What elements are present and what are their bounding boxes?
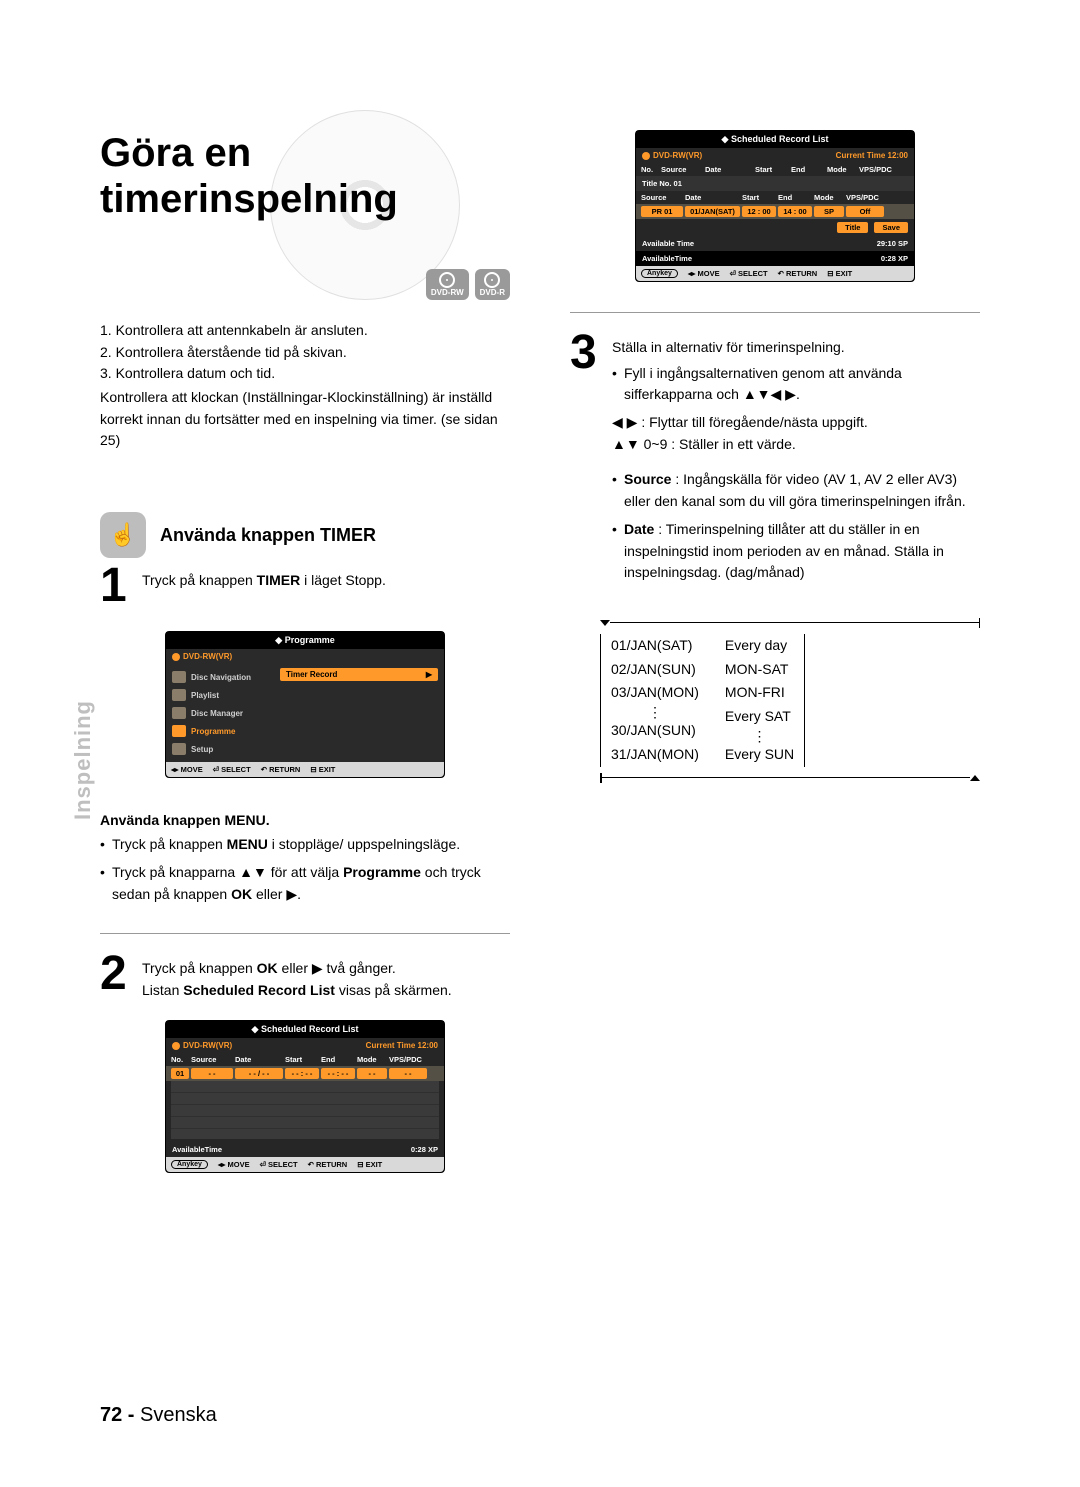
date-cycle-left-column: 01/JAN(SAT) 02/JAN(SUN) 03/JAN(MON) ⋮ 30…	[600, 634, 699, 767]
arrow-down-icon	[600, 620, 610, 626]
menu-item-setup: Setup	[172, 740, 274, 758]
separator	[100, 933, 510, 934]
step3-arrow-line1: ◀ ▶ : Flyttar till föregående/nästa uppg…	[612, 412, 980, 434]
available-time-row-1: Available Time29:10 SP	[636, 236, 914, 251]
menu-bullet-1: Tryck på knappen MENU i stoppläge/ uppsp…	[100, 834, 510, 856]
badge-dvd-r: DVD-R	[475, 269, 510, 300]
table-header: No.SourceDateStartEndModeVPS/PDC	[636, 163, 914, 176]
arrow-up-icon	[970, 775, 980, 781]
intro-list: 1. Kontrollera att antennkabeln är anslu…	[100, 320, 510, 385]
section-heading: Använda knappen TIMER	[160, 525, 376, 546]
osd-footer-bar: ◂▸ MOVE ⏎ SELECT ↶ RETURN ⊟ EXIT	[166, 762, 444, 777]
step-2: 2 Tryck på knappen OK eller ▶ två gånger…	[100, 952, 510, 1001]
osd-scheduled-record-empty: Scheduled Record List DVD-RW(VR) Current…	[165, 1020, 445, 1173]
table-row-selected: PR 01 01/JAN(SAT) 12 : 00 14 : 00 SP Off	[636, 204, 914, 219]
right-column: Scheduled Record List DVD-RW(VR) Current…	[570, 130, 980, 1173]
osd-disc-label: DVD-RW(VR)	[642, 151, 702, 160]
osd-action-buttons: Title Save	[636, 219, 914, 236]
menu-bullet-2: Tryck på knapparna ▲▼ för att välja Prog…	[100, 862, 510, 905]
table-header: No.SourceDateStartEndModeVPS/PDC	[166, 1053, 444, 1066]
osd-srl-title: Scheduled Record List	[166, 1021, 444, 1038]
osd-footer-bar: Anykey ◂▸ MOVE ⏎ SELECT ↶ RETURN ⊟ EXIT	[636, 266, 914, 281]
section-heading-row: ☝ Använda knappen TIMER	[100, 512, 510, 558]
intro-item-3: 3. Kontrollera datum och tid.	[100, 363, 510, 385]
footer-select-icon: ⏎ SELECT	[213, 765, 251, 774]
page-language: Svenska	[140, 1404, 217, 1426]
available-time-row-2: AvailableTime0:28 XP	[636, 251, 914, 266]
step-3-number: 3	[570, 331, 604, 374]
osd-srl-title: Scheduled Record List	[636, 131, 914, 148]
anykey-icon: Anykey	[641, 269, 678, 278]
step-2-text: Tryck på knappen OK eller ▶ två gånger. …	[142, 952, 510, 1001]
page: Göra en timerinspelning DVD-RW DVD-R 1. …	[0, 0, 1080, 1487]
page-number: 72 -	[100, 1404, 134, 1426]
step-3: 3 Ställa in alternativ för timerinspelni…	[570, 331, 980, 590]
step-1-number: 1	[100, 564, 134, 607]
osd-footer-bar: Anykey ◂▸ MOVE ⏎ SELECT ↶ RETURN ⊟ EXIT	[166, 1157, 444, 1172]
hand-press-icon: ☝	[100, 512, 146, 558]
title-block: Göra en timerinspelning DVD-RW DVD-R	[100, 130, 510, 290]
osd-programme-title: Programme	[166, 632, 444, 649]
page-title: Göra en timerinspelning	[100, 130, 510, 222]
badge-dvd-rw: DVD-RW	[426, 269, 469, 300]
intro-item-1: 1. Kontrollera att antennkabeln är anslu…	[100, 320, 510, 342]
page-footer: 72 - Svenska	[100, 1404, 217, 1427]
osd-disc-label: DVD-RW(VR)	[172, 1041, 232, 1050]
disc-badges: DVD-RW DVD-R	[426, 269, 510, 300]
table-row: 01 - - - - / - - - - : - - - - : - - - -…	[166, 1066, 444, 1081]
step-3-text: Ställa in alternativ för timerinspelning…	[612, 331, 980, 590]
step-2-number: 2	[100, 952, 134, 995]
osd-current-time: Current Time 12:00	[366, 1041, 438, 1050]
step3-source-bullet: Source : Ingångskälla för video (AV 1, A…	[612, 469, 980, 512]
anykey-icon: Anykey	[171, 1160, 208, 1169]
save-button: Save	[874, 222, 908, 233]
menu-item-disc-navigation: Disc Navigation	[172, 668, 274, 686]
footer-return-icon: ↶ RETURN	[261, 765, 301, 774]
footer-exit-icon: ⊟ EXIT	[310, 765, 335, 774]
submenu-timer-record: Timer Record▶	[280, 668, 438, 681]
menu-item-disc-manager: Disc Manager	[172, 704, 274, 722]
intro-note: Kontrollera att klockan (Inställningar-K…	[100, 387, 510, 452]
step-1-text: Tryck på knappen TIMER i läget Stopp.	[142, 564, 510, 592]
title-no-row: Title No. 01	[636, 176, 914, 191]
step-1: 1 Tryck på knappen TIMER i läget Stopp.	[100, 564, 510, 607]
step3-date-bullet: Date : Timerinspelning tillåter att du s…	[612, 519, 980, 584]
date-cycle-diagram: 01/JAN(SAT) 02/JAN(SUN) 03/JAN(MON) ⋮ 30…	[600, 618, 980, 783]
menu-item-playlist: Playlist	[172, 686, 274, 704]
step3-arrow-line2: ▲▼ 0~9 : Ställer in ett värde.	[612, 434, 980, 456]
left-column: Göra en timerinspelning DVD-RW DVD-R 1. …	[100, 130, 510, 1173]
menu-subheading: Använda knappen MENU.	[100, 812, 510, 828]
intro-item-2: 2. Kontrollera återstående tid på skivan…	[100, 342, 510, 364]
osd-current-time: Current Time 12:00	[836, 151, 908, 160]
footer-move-icon: ◂▸ MOVE	[171, 765, 203, 774]
separator	[570, 312, 980, 313]
available-time-row: AvailableTime0:28 XP	[166, 1142, 444, 1157]
menu-item-programme: Programme	[172, 722, 274, 740]
sub-header-row: SourceDateStartEndModeVPS/PDC	[636, 191, 914, 204]
osd-scheduled-record-filled: Scheduled Record List DVD-RW(VR) Current…	[635, 130, 915, 282]
title-button: Title	[837, 222, 868, 233]
date-cycle-right-column: Every day MON-SAT MON-FRI Every SAT ⋮ Ev…	[725, 634, 805, 767]
osd-programme-menu: Programme DVD-RW(VR) Disc Navigation Pla…	[165, 631, 445, 778]
osd-disc-label: DVD-RW(VR)	[166, 649, 444, 664]
chevron-right-icon: ▶	[426, 670, 432, 679]
